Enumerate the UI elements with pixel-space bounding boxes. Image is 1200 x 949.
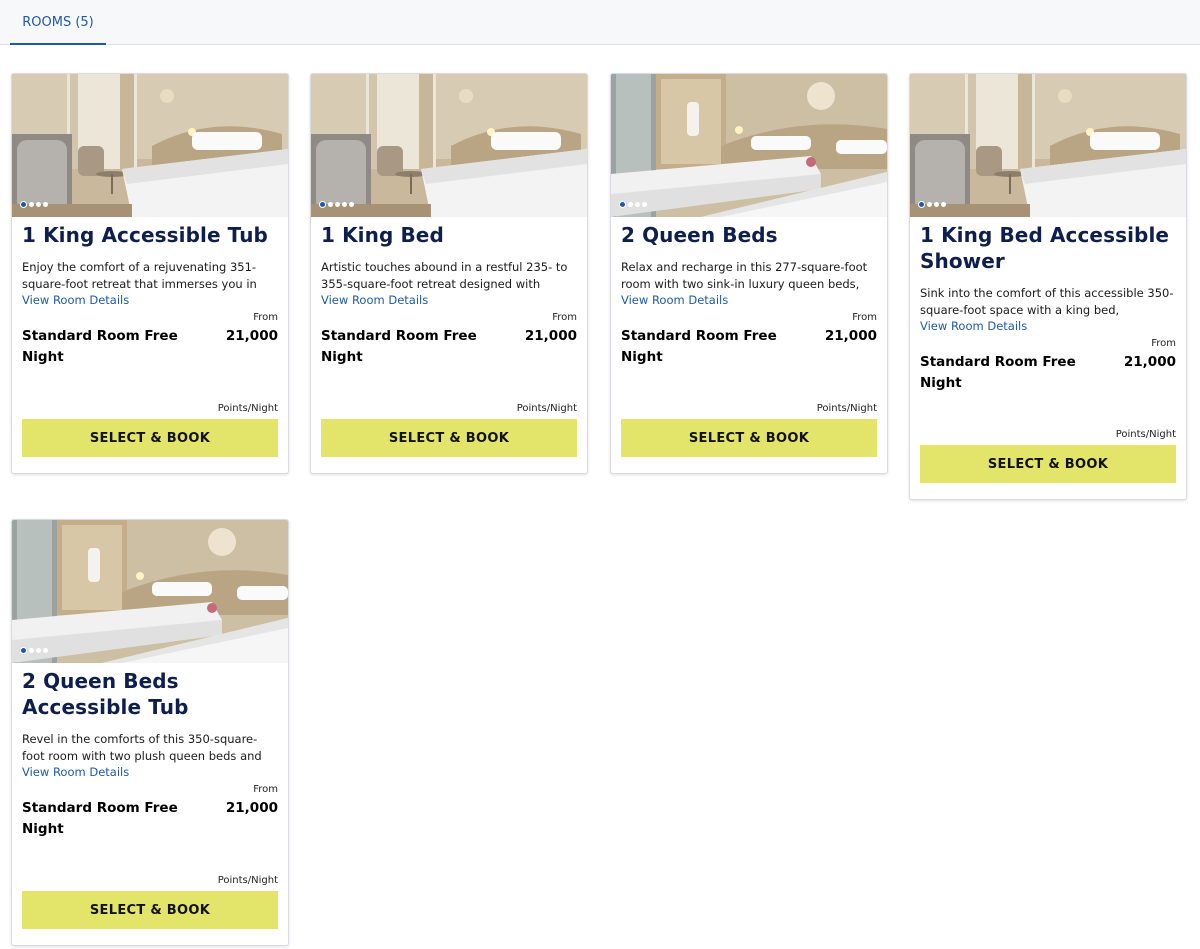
carousel-dot[interactable]	[342, 201, 347, 207]
room-photo[interactable]	[12, 74, 288, 217]
carousel-dot[interactable]	[20, 646, 27, 654]
room-title[interactable]: 2 Queen Beds Accessible Tub	[22, 668, 278, 720]
points-value: 21,000	[824, 328, 877, 344]
view-room-details-link[interactable]: View Room Details	[22, 764, 278, 780]
room-card: 1 King Accessible Tub Enjoy the comfort …	[11, 73, 289, 474]
from-label: From	[1151, 338, 1176, 349]
carousel-dot[interactable]	[29, 201, 34, 207]
room-title[interactable]: 1 King Accessible Tub	[22, 222, 278, 248]
room-card-body: 1 King Bed Artistic touches abound in a …	[311, 222, 587, 457]
room-description: Revel in the comforts of this 350-square…	[22, 732, 262, 763]
carousel-dots	[918, 200, 946, 208]
select-and-book-button[interactable]: SELECT & BOOK	[920, 445, 1176, 483]
rate-block: Standard Room Free Night From 21,000 Poi…	[22, 784, 278, 886]
room-photo[interactable]	[611, 74, 887, 217]
rate-name: Standard Room Free Night	[22, 328, 178, 365]
points-value: 21,000	[524, 328, 577, 344]
room-card: 2 Queen Beds Relax and recharge in this …	[610, 73, 888, 474]
points-value: 21,000	[225, 800, 278, 816]
points-value: 21,000	[1123, 354, 1176, 370]
rate-block: Standard Room Free Night From 21,000 Poi…	[920, 338, 1176, 440]
room-description: Artistic touches abound in a restful 235…	[321, 260, 568, 291]
carousel-dot[interactable]	[934, 201, 939, 207]
carousel-dot[interactable]	[619, 200, 626, 208]
points-value: 21,000	[225, 328, 278, 344]
carousel-dot[interactable]	[29, 647, 34, 653]
view-room-details-link[interactable]: View Room Details	[920, 318, 1176, 334]
carousel-dot[interactable]	[635, 201, 640, 207]
from-label: From	[253, 312, 278, 323]
room-photo[interactable]	[12, 520, 288, 663]
room-card: 1 King Bed Accessible Shower Sink into t…	[909, 73, 1187, 500]
carousel-dot[interactable]	[36, 201, 41, 207]
rate-name: Standard Room Free Night	[22, 800, 178, 837]
carousel-dots	[319, 200, 354, 208]
rate-name: Standard Room Free Night	[321, 328, 477, 365]
room-description: Relax and recharge in this 277-square-fo…	[621, 260, 868, 291]
room-card-body: 1 King Accessible Tub Enjoy the comfort …	[12, 222, 288, 457]
select-and-book-button[interactable]: SELECT & BOOK	[22, 419, 278, 457]
carousel-dot[interactable]	[43, 647, 48, 653]
tab-bar: ROOMS (5)	[0, 0, 1200, 45]
carousel-dot[interactable]	[43, 201, 48, 207]
rate-block: Standard Room Free Night From 21,000 Poi…	[321, 312, 577, 414]
points-unit: Points/Night	[1115, 429, 1176, 440]
points-unit: Points/Night	[217, 875, 278, 886]
room-photo[interactable]	[910, 74, 1186, 217]
room-card: 1 King Bed Artistic touches abound in a …	[310, 73, 588, 474]
room-card-body: 2 Queen Beds Relax and recharge in this …	[611, 222, 887, 457]
room-photo[interactable]	[311, 74, 587, 217]
rate-name: Standard Room Free Night	[920, 354, 1076, 391]
view-room-details-link[interactable]: View Room Details	[22, 292, 278, 308]
carousel-dot[interactable]	[20, 200, 27, 208]
room-card-body: 2 Queen Beds Accessible Tub Revel in the…	[12, 668, 288, 929]
points-unit: Points/Night	[217, 403, 278, 414]
from-label: From	[253, 784, 278, 795]
rate-name: Standard Room Free Night	[621, 328, 777, 365]
view-room-details-link[interactable]: View Room Details	[621, 292, 877, 308]
carousel-dot[interactable]	[349, 201, 354, 207]
room-description: Sink into the comfort of this accessible…	[920, 286, 1174, 317]
carousel-dot[interactable]	[941, 201, 946, 207]
points-unit: Points/Night	[816, 403, 877, 414]
tab-rooms[interactable]: ROOMS (5)	[10, 0, 106, 45]
from-label: From	[852, 312, 877, 323]
carousel-dot[interactable]	[927, 201, 932, 207]
points-unit: Points/Night	[516, 403, 577, 414]
select-and-book-button[interactable]: SELECT & BOOK	[621, 419, 877, 457]
room-card: 2 Queen Beds Accessible Tub Revel in the…	[11, 519, 289, 946]
from-label: From	[552, 312, 577, 323]
rate-block: Standard Room Free Night From 21,000 Poi…	[621, 312, 877, 414]
room-card-body: 1 King Bed Accessible Shower Sink into t…	[910, 222, 1186, 483]
select-and-book-button[interactable]: SELECT & BOOK	[321, 419, 577, 457]
carousel-dot[interactable]	[628, 201, 633, 207]
carousel-dot[interactable]	[918, 200, 925, 208]
carousel-dot[interactable]	[319, 200, 326, 208]
carousel-dots	[20, 200, 48, 208]
view-room-details-link[interactable]: View Room Details	[321, 292, 577, 308]
room-description: Enjoy the comfort of a rejuvenating 351-…	[22, 260, 257, 291]
select-and-book-button[interactable]: SELECT & BOOK	[22, 891, 278, 929]
carousel-dots	[619, 200, 647, 208]
carousel-dots	[20, 646, 48, 654]
room-title[interactable]: 1 King Bed Accessible Shower	[920, 222, 1176, 274]
carousel-dot[interactable]	[335, 201, 340, 207]
rooms-grid: 1 King Accessible Tub Enjoy the comfort …	[11, 73, 1189, 946]
carousel-dot[interactable]	[328, 201, 333, 207]
room-title[interactable]: 2 Queen Beds	[621, 222, 877, 248]
room-title[interactable]: 1 King Bed	[321, 222, 577, 248]
rate-block: Standard Room Free Night From 21,000 Poi…	[22, 312, 278, 414]
carousel-dot[interactable]	[36, 647, 41, 653]
carousel-dot[interactable]	[642, 201, 647, 207]
